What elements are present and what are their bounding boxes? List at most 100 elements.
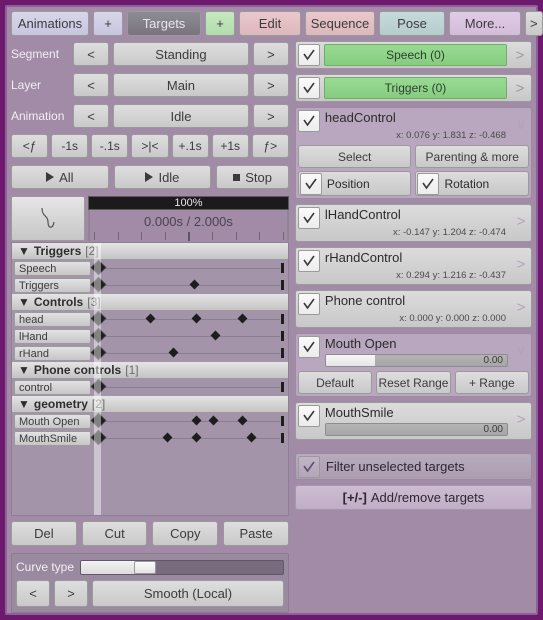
curve-preview[interactable] (11, 196, 85, 241)
head-control-collapse-chevron-icon[interactable]: ∨ (513, 110, 529, 140)
target-header[interactable]: headControl x: 0.076 y: 1.831 z: -0.468 … (297, 110, 529, 142)
tab-sequence[interactable]: Sequence (305, 11, 375, 36)
animation-prev-button[interactable]: < (73, 104, 109, 128)
target-header[interactable]: rHandControl x: 0.294 y: 1.216 z: -0.437… (297, 250, 529, 282)
track-lane[interactable] (90, 259, 286, 277)
rhand-control-checkbox[interactable] (297, 250, 320, 272)
keyframe[interactable] (246, 432, 257, 443)
track-row[interactable]: rHand (12, 344, 288, 362)
keyframe[interactable] (90, 276, 107, 293)
track-row[interactable]: Triggers (12, 276, 288, 294)
phone-control-expand-chevron-icon[interactable]: > (513, 293, 529, 323)
keyframe[interactable] (90, 327, 107, 344)
track-name[interactable]: MouthSmile (14, 431, 91, 446)
segment-next-button[interactable]: > (252, 42, 289, 66)
segment-prev-button[interactable]: < (73, 42, 109, 66)
target-header[interactable]: Phone control x: 0.000 y: 0.000 z: 0.000… (297, 293, 529, 325)
group-header-phone-controls[interactable]: ▼ Phone controls [1] (12, 362, 288, 379)
tab-targets[interactable]: Targets (127, 11, 201, 36)
keyframe[interactable] (168, 347, 179, 358)
lhand-control-expand-chevron-icon[interactable]: > (513, 207, 529, 237)
keyframe[interactable] (191, 432, 202, 443)
lhand-control-checkbox[interactable] (297, 207, 320, 229)
add-range-button[interactable]: + Range (454, 371, 529, 394)
delete-button[interactable]: Del (11, 521, 77, 546)
keyframe[interactable] (191, 415, 202, 426)
triggers-layer-label[interactable]: Triggers (0) (323, 77, 507, 99)
group-header-triggers[interactable]: ▼ Triggers [2] (12, 243, 288, 260)
rotation-checkbox[interactable] (417, 172, 440, 195)
track-name[interactable]: rHand (14, 346, 91, 361)
step-minus-1s-button[interactable]: -1s (51, 134, 89, 158)
track-name[interactable]: control (14, 380, 91, 395)
group-header-geometry[interactable]: ▼ geometry [2] (12, 396, 288, 413)
tab-pose[interactable]: Pose (379, 11, 445, 36)
layer-next-button[interactable]: > (252, 73, 289, 97)
keyframe[interactable] (210, 330, 221, 341)
keyframe[interactable] (189, 279, 200, 290)
curve-type-value[interactable]: Smooth (Local) (92, 580, 284, 607)
keyframe-end[interactable] (281, 280, 284, 290)
curve-type-slider[interactable] (80, 559, 284, 575)
group-header-controls[interactable]: ▼ Controls [3] (12, 294, 288, 311)
play-current-button[interactable]: Idle (113, 165, 212, 189)
target-header[interactable]: lHandControl x: -0.147 y: 1.204 z: -0.47… (297, 207, 529, 239)
step-plus-1s-button[interactable]: +1s (211, 134, 249, 158)
keyframe-end[interactable] (281, 331, 284, 341)
filter-unselected-targets-row[interactable]: Filter unselected targets (294, 453, 532, 480)
keyframe[interactable] (90, 344, 107, 361)
keyframe[interactable] (90, 378, 107, 395)
curve-type-slider-knob[interactable] (133, 560, 156, 574)
speech-expand-chevron-icon[interactable]: > (511, 47, 529, 64)
track-lane[interactable] (90, 310, 286, 328)
rotation-toggle[interactable]: Rotation (415, 171, 530, 196)
track-lane[interactable] (90, 327, 286, 345)
track-name[interactable]: Speech (14, 261, 91, 276)
track-lane[interactable] (90, 429, 286, 447)
phone-control-checkbox[interactable] (297, 293, 320, 315)
track-name[interactable]: head (14, 312, 91, 327)
position-toggle[interactable]: Position (297, 171, 412, 196)
track-name[interactable]: Mouth Open (14, 414, 91, 429)
tab-add-animation[interactable]: + (93, 11, 123, 36)
track-lane[interactable] (90, 344, 286, 362)
animation-value[interactable]: Idle (113, 104, 249, 128)
filter-checkbox[interactable] (297, 455, 320, 478)
animation-next-button[interactable]: > (252, 104, 289, 128)
segment-value[interactable]: Standing (113, 42, 249, 66)
keyframe[interactable] (237, 415, 248, 426)
mouth-open-checkbox[interactable] (297, 336, 320, 358)
tab-more[interactable]: More... (449, 11, 521, 36)
tab-edit[interactable]: Edit (239, 11, 301, 36)
track-row[interactable]: Speech (12, 259, 288, 277)
speech-layer-label[interactable]: Speech (0) (323, 44, 507, 66)
head-control-checkbox[interactable] (297, 110, 320, 132)
track-name[interactable]: lHand (14, 329, 91, 344)
step-plus-point1s-button[interactable]: +.1s (171, 134, 209, 158)
track-name[interactable]: Triggers (14, 278, 91, 293)
tab-next-button[interactable]: > (525, 11, 543, 36)
step-next-frame-button[interactable]: ƒ> (251, 134, 289, 158)
track-row[interactable]: Mouth Open (12, 412, 288, 430)
track-lane[interactable] (90, 276, 286, 294)
keyframe[interactable] (90, 259, 107, 276)
keyframe-end[interactable] (281, 416, 284, 426)
morph-header[interactable]: Mouth Open 0.00 ∨ (297, 336, 529, 368)
keyframe[interactable] (90, 412, 107, 429)
keyframe[interactable] (191, 313, 202, 324)
reset-range-button[interactable]: Reset Range (376, 371, 451, 394)
triggers-expand-chevron-icon[interactable]: > (511, 80, 529, 97)
track-row[interactable]: MouthSmile (12, 429, 288, 447)
mouth-open-collapse-chevron-icon[interactable]: ∨ (513, 336, 529, 366)
parenting-and-more-button[interactable]: Parenting & more (415, 145, 530, 168)
track-lane[interactable] (90, 378, 286, 396)
speech-checkbox[interactable] (297, 44, 320, 66)
default-button[interactable]: Default (297, 371, 373, 394)
tab-animations[interactable]: Animations (11, 11, 89, 36)
track-lane[interactable] (90, 412, 286, 430)
step-minus-point1s-button[interactable]: -.1s (91, 134, 129, 158)
step-prev-frame-button[interactable]: <ƒ (11, 134, 49, 158)
position-checkbox[interactable] (299, 172, 322, 195)
keyframe[interactable] (208, 415, 219, 426)
timeline-zoom-bar[interactable]: 100% (88, 196, 289, 210)
